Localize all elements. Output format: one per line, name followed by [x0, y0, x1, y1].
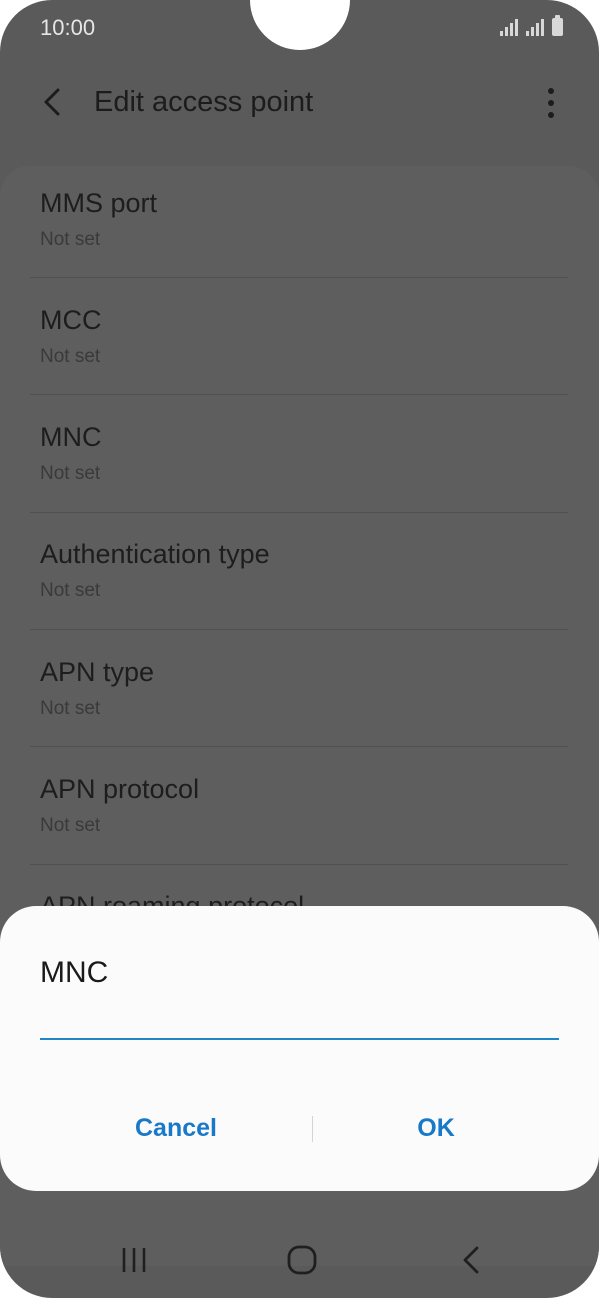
setting-value: Not set	[40, 815, 101, 836]
setting-item-authentication-type[interactable]: Authentication type Not set	[40, 517, 568, 634]
setting-item-mcc[interactable]: MCC Not set	[40, 283, 568, 400]
setting-title: APN protocol	[40, 774, 200, 804]
setting-title: MMS port	[40, 188, 158, 218]
setting-item-mms-port[interactable]: MMS port Not set	[40, 166, 568, 283]
setting-value: Not set	[40, 463, 101, 484]
setting-title: Authentication type	[40, 539, 270, 569]
setting-item-apn-type[interactable]: APN type Not set	[40, 635, 568, 752]
divider	[30, 864, 568, 865]
setting-item-apn-protocol[interactable]: APN protocol Not set	[40, 752, 568, 869]
setting-value: Not set	[40, 346, 101, 367]
status-bar: 10:00	[0, 0, 599, 56]
ok-button[interactable]: OK	[336, 1106, 536, 1150]
cancel-button[interactable]: Cancel	[76, 1106, 276, 1150]
setting-value: Not set	[40, 698, 101, 719]
divider	[30, 394, 568, 395]
button-divider	[312, 1116, 313, 1142]
battery-icon	[552, 15, 563, 36]
back-arrow-icon[interactable]	[34, 82, 74, 122]
divider	[30, 277, 568, 278]
page-title: Edit access point	[94, 86, 314, 118]
dialog-title: MNC	[40, 956, 109, 989]
app-bar: Edit access point	[0, 72, 599, 134]
navigation-bar	[0, 1226, 599, 1298]
setting-value: Not set	[40, 229, 101, 250]
mnc-input[interactable]	[40, 1002, 559, 1040]
recent-apps-icon[interactable]	[114, 1242, 154, 1278]
home-icon[interactable]	[282, 1242, 322, 1278]
setting-title: APN type	[40, 657, 155, 687]
status-time: 10:00	[40, 15, 96, 40]
signal-icon	[500, 18, 518, 36]
setting-title: MNC	[40, 422, 102, 452]
divider	[30, 512, 568, 513]
setting-title: MCC	[40, 305, 102, 335]
back-icon[interactable]	[452, 1242, 492, 1278]
divider	[30, 629, 568, 630]
setting-item-mnc[interactable]: MNC Not set	[40, 400, 568, 517]
setting-value: Not set	[40, 580, 101, 601]
status-icons	[500, 15, 563, 36]
phone-screen: 10:00 Edit access point MMS port Not set	[0, 0, 599, 1298]
mnc-dialog: MNC Cancel OK	[0, 906, 599, 1191]
divider	[30, 746, 568, 747]
signal-icon	[526, 18, 544, 36]
more-vertical-icon[interactable]	[541, 86, 561, 120]
